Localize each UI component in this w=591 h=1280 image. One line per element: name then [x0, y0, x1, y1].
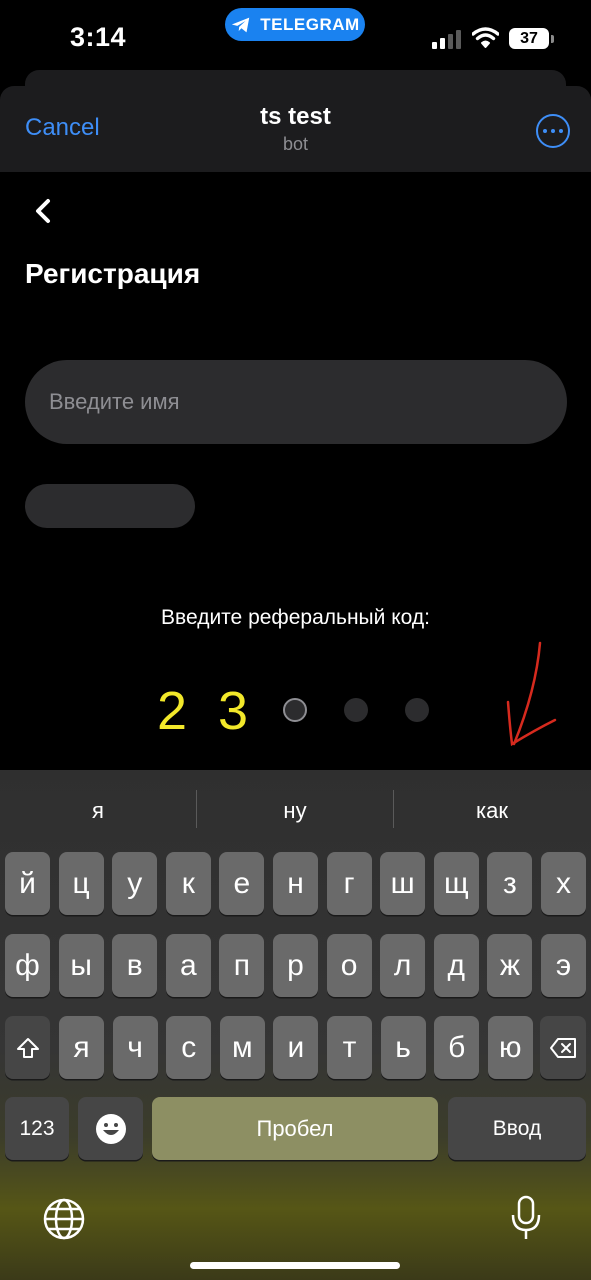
key-letter[interactable]: г: [326, 852, 372, 915]
key-letter[interactable]: я: [59, 1016, 104, 1079]
key-letter[interactable]: с: [166, 1016, 212, 1079]
globe-icon[interactable]: [43, 1198, 85, 1240]
key-letter[interactable]: ф: [5, 934, 50, 997]
signal-icon: [432, 29, 462, 49]
webapp-header: Cancel ts test bot: [0, 86, 591, 172]
name-input[interactable]: [25, 360, 567, 444]
annotation-arrow: [506, 641, 557, 747]
key-letter[interactable]: ч: [112, 1016, 158, 1079]
key-letter[interactable]: ж: [487, 934, 533, 997]
key-letter[interactable]: р: [273, 934, 318, 997]
telegram-icon: [232, 17, 250, 32]
battery-icon: 37: [509, 28, 554, 49]
return-key[interactable]: Ввод: [448, 1097, 586, 1160]
key-letter[interactable]: у: [112, 852, 158, 915]
suggestion-3[interactable]: как: [432, 798, 552, 824]
code-slot-3[interactable]: [283, 698, 307, 722]
key-letter[interactable]: в: [112, 934, 158, 997]
suggestion-bar: я ну как: [0, 770, 591, 850]
key-letter[interactable]: б: [434, 1016, 480, 1079]
bot-title: ts test: [260, 103, 331, 130]
key-letter[interactable]: э: [541, 934, 586, 997]
clock: 3:14: [70, 22, 127, 52]
space-key[interactable]: Пробел: [152, 1097, 438, 1160]
numbers-key[interactable]: 123: [5, 1097, 69, 1160]
key-letter[interactable]: ь: [380, 1016, 426, 1079]
key-letter[interactable]: л: [380, 934, 426, 997]
key-letter[interactable]: ц: [58, 852, 104, 915]
page-title: Регистрация: [25, 258, 201, 289]
shift-key[interactable]: [5, 1016, 50, 1079]
home-indicator: [190, 1262, 400, 1269]
emoji-icon: [95, 1113, 126, 1144]
key-letter[interactable]: к: [165, 852, 211, 915]
suggestion-1[interactable]: я: [38, 798, 158, 824]
code-slot-4[interactable]: [344, 698, 368, 722]
key-letter[interactable]: д: [433, 934, 479, 997]
shift-icon: [16, 1037, 39, 1058]
backspace-key[interactable]: [540, 1016, 586, 1079]
code-slot-5[interactable]: [405, 698, 429, 722]
back-chevron-icon[interactable]: [30, 196, 58, 226]
mic-icon[interactable]: [509, 1195, 543, 1241]
key-letter[interactable]: й: [5, 852, 50, 915]
backspace-icon: [550, 1037, 576, 1058]
key-letter[interactable]: х: [541, 852, 586, 915]
key-letter[interactable]: з: [487, 852, 533, 915]
loading-placeholder: [25, 484, 195, 528]
key-letter[interactable]: ю: [487, 1016, 533, 1079]
key-letter[interactable]: и: [273, 1016, 319, 1079]
suggestion-divider: [393, 790, 394, 828]
key-letter[interactable]: ш: [380, 852, 426, 915]
emoji-key[interactable]: [78, 1097, 143, 1160]
suggestion-divider: [196, 790, 197, 828]
code-digit-1: 2: [157, 681, 188, 741]
key-letter[interactable]: п: [219, 934, 265, 997]
key-letter[interactable]: т: [327, 1016, 372, 1079]
key-letter[interactable]: н: [273, 852, 318, 915]
key-letter[interactable]: а: [165, 934, 211, 997]
telegram-pill[interactable]: TELEGRAM: [225, 8, 365, 41]
key-letter[interactable]: о: [326, 934, 372, 997]
referral-code-label: Введите реферальный код:: [161, 606, 430, 629]
key-letter[interactable]: щ: [433, 852, 479, 915]
suggestion-2[interactable]: ну: [235, 798, 355, 824]
bot-subtitle: bot: [282, 134, 309, 154]
wifi-icon: [472, 27, 499, 48]
status-bar: 3:14 TELEGRAM 37: [0, 0, 591, 80]
key-letter[interactable]: е: [219, 852, 265, 915]
more-icon[interactable]: [536, 114, 570, 148]
key-letter[interactable]: м: [219, 1016, 265, 1079]
key-letter[interactable]: ы: [58, 934, 104, 997]
code-digit-2: 3: [218, 681, 249, 741]
keyboard: я ну как йцукенгшщзх фывапролджэ ячсмить…: [0, 770, 591, 1280]
telegram-pill-label: TELEGRAM: [260, 14, 360, 34]
